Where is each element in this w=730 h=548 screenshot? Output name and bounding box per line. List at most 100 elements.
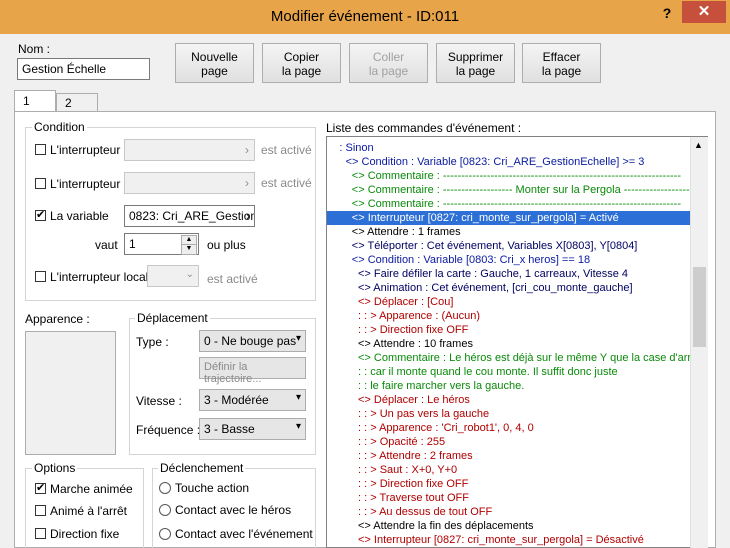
variable-value: 0823: Cri_ARE_Gestion (129, 209, 255, 223)
local-switch-suffix: est activé (207, 272, 258, 286)
clear-page-label-2: la page (541, 64, 582, 78)
command-line[interactable]: <> Faire défiler la carte : Gauche, 1 ca… (327, 267, 628, 281)
command-line[interactable]: <> Commentaire : -----------------------… (327, 197, 681, 211)
command-line[interactable]: <> Commentaire : Le héros est déjà sur l… (327, 351, 699, 365)
command-line[interactable]: : : > Apparence : 'Cri_robot1', 0, 4, 0 (327, 421, 534, 435)
walking-animation-label: Marche animée (50, 482, 133, 496)
close-button[interactable]: ✕ (682, 1, 726, 23)
command-line[interactable]: <> Interrupteur [0827: cri_monte_sur_per… (327, 211, 707, 225)
chevron-right-icon: › (246, 209, 250, 223)
chevron-right-icon: › (245, 143, 249, 157)
clear-page-label-1: Effacer (542, 50, 581, 64)
command-line[interactable]: <> Commentaire : ------------------- Mon… (327, 183, 690, 197)
direction-fix-checkbox[interactable] (35, 528, 46, 539)
event-touch-label: Contact avec l'événement (175, 527, 313, 541)
switch2-checkbox[interactable] (35, 178, 46, 189)
local-switch-select[interactable]: ⌄ (147, 265, 199, 287)
help-button[interactable]: ? (655, 2, 679, 24)
command-line[interactable]: <> Attendre : 1 frames (327, 225, 461, 239)
command-line[interactable]: <> Déplacer : [Cou] (327, 295, 453, 309)
title-bar[interactable]: Modifier événement - ID:011 ? ✕ (0, 0, 730, 34)
trigger-group-label: Déclenchement (158, 461, 246, 475)
variable-selector[interactable]: 0823: Cri_ARE_Gestion › (124, 205, 255, 227)
command-line[interactable]: <> Condition : Variable [0803: Cri_x her… (327, 253, 590, 267)
vaut-label: vaut (95, 238, 118, 252)
variable-checkbox[interactable]: ✔ (35, 210, 46, 221)
command-line[interactable]: <> Condition : Variable [0823: Cri_ARE_G… (327, 155, 645, 169)
chevron-down-icon: ⌄ (185, 269, 194, 280)
tab-1[interactable]: 1 (14, 90, 56, 112)
command-line[interactable]: : : > Traverse tout OFF (327, 491, 469, 505)
switch1-suffix: est activé (261, 143, 312, 157)
switch1-checkbox[interactable] (35, 144, 46, 155)
movement-type-select[interactable]: 0 - Ne bouge pas ▾ (199, 330, 306, 352)
condition-group-label: Condition (32, 120, 87, 134)
movement-frequency-value: 3 - Basse (204, 422, 255, 436)
movement-frequency-select[interactable]: 3 - Basse ▾ (199, 418, 306, 440)
command-line[interactable]: : : > Opacité : 255 (327, 435, 445, 449)
switch2-label: L'interrupteur (50, 177, 121, 191)
variable-label: La variable (50, 209, 109, 223)
direction-fix-label: Direction fixe (50, 527, 120, 541)
options-group-label: Options (32, 461, 78, 475)
copy-page-button[interactable]: Copier la page (262, 43, 341, 83)
command-line[interactable]: : : > Un pas vers la gauche (327, 407, 489, 421)
movement-frequency-label: Fréquence : (136, 423, 201, 437)
scroll-up-icon[interactable]: ▲ (694, 140, 703, 150)
clear-page-button[interactable]: Effacer la page (522, 43, 601, 83)
player-touch-radio[interactable] (159, 504, 171, 516)
window-title: Modifier événement - ID:011 (270, 8, 460, 25)
name-label: Nom : (18, 42, 51, 56)
paste-page-button[interactable]: Coller la page (349, 43, 428, 83)
command-line[interactable]: <> Attendre la fin des déplacements (327, 519, 534, 533)
name-input[interactable]: Gestion Échelle (17, 58, 150, 80)
command-line[interactable]: <> Attendre : 10 frames (327, 337, 473, 351)
spin-down-icon[interactable]: ▼ (181, 244, 197, 255)
vaut-stepper[interactable]: 1 ▲ ▼ (124, 233, 199, 255)
command-list[interactable]: : Sinon <> Condition : Variable [0823: Cr… (326, 136, 708, 548)
switch2-selector[interactable]: › (124, 172, 255, 194)
delete-page-label-1: Supprimer (447, 50, 504, 64)
command-line[interactable]: <> Interrupteur [0827: cri_monte_sur_per… (327, 533, 644, 547)
switch1-label: L'interrupteur (50, 143, 121, 157)
command-line[interactable]: : : > Direction fixe OFF (327, 323, 468, 337)
copy-page-label-2: la page (281, 64, 322, 78)
switch2-suffix: est activé (261, 176, 312, 190)
command-line[interactable]: : : car il monte quand le cou monte. Il … (327, 365, 618, 379)
new-page-button[interactable]: Nouvelle page (175, 43, 254, 83)
movement-type-value: 0 - Ne bouge pas (204, 334, 297, 348)
command-list-scrollbar[interactable]: ▲ (690, 137, 708, 548)
command-line[interactable]: <> Téléporter : Cet événement, Variables… (327, 239, 638, 253)
movement-type-label: Type : (136, 335, 169, 349)
define-route-button[interactable]: Définir la trajectoire... (199, 357, 306, 385)
event-touch-radio[interactable] (159, 528, 171, 540)
tab-2[interactable]: 2 (56, 93, 98, 111)
movement-speed-label: Vitesse : (136, 394, 182, 408)
command-line[interactable]: <> Déplacer : Le héros (327, 393, 470, 407)
local-switch-checkbox[interactable] (35, 271, 46, 282)
command-line[interactable]: : : > Au dessus de tout OFF (327, 505, 492, 519)
copy-page-label-1: Copier (283, 50, 320, 64)
command-line[interactable]: : : > Attendre : 2 frames (327, 449, 473, 463)
appearance-preview[interactable] (25, 331, 116, 455)
command-line[interactable]: : Sinon (327, 141, 373, 155)
walking-animation-checkbox[interactable]: ✔ (35, 483, 46, 494)
delete-page-button[interactable]: Supprimer la page (436, 43, 515, 83)
new-page-label-1: Nouvelle (191, 50, 238, 64)
paste-page-label-2: la page (368, 64, 409, 78)
local-switch-label: L'interrupteur local (50, 270, 149, 284)
command-line[interactable]: : : > Apparence : (Aucun) (327, 309, 480, 323)
switch1-selector[interactable]: › (124, 139, 255, 161)
movement-speed-select[interactable]: 3 - Modérée ▾ (199, 389, 306, 411)
command-line[interactable]: : : le faire marcher vers la gauche. (327, 379, 524, 393)
command-line[interactable]: : : > Direction fixe OFF (327, 477, 468, 491)
stepping-animation-checkbox[interactable] (35, 505, 46, 516)
command-line[interactable]: <> Commentaire : -----------------------… (327, 169, 681, 183)
action-button-radio[interactable] (159, 482, 171, 494)
player-touch-label: Contact avec le héros (175, 503, 292, 517)
command-line[interactable]: <> Animation : Cet événement, [cri_cou_m… (327, 281, 633, 295)
new-page-label-2: page (201, 64, 228, 78)
scroll-thumb[interactable] (693, 266, 706, 347)
command-list-label: Liste des commandes d'événement : (326, 121, 522, 135)
command-line[interactable]: : : > Saut : X+0, Y+0 (327, 463, 457, 477)
